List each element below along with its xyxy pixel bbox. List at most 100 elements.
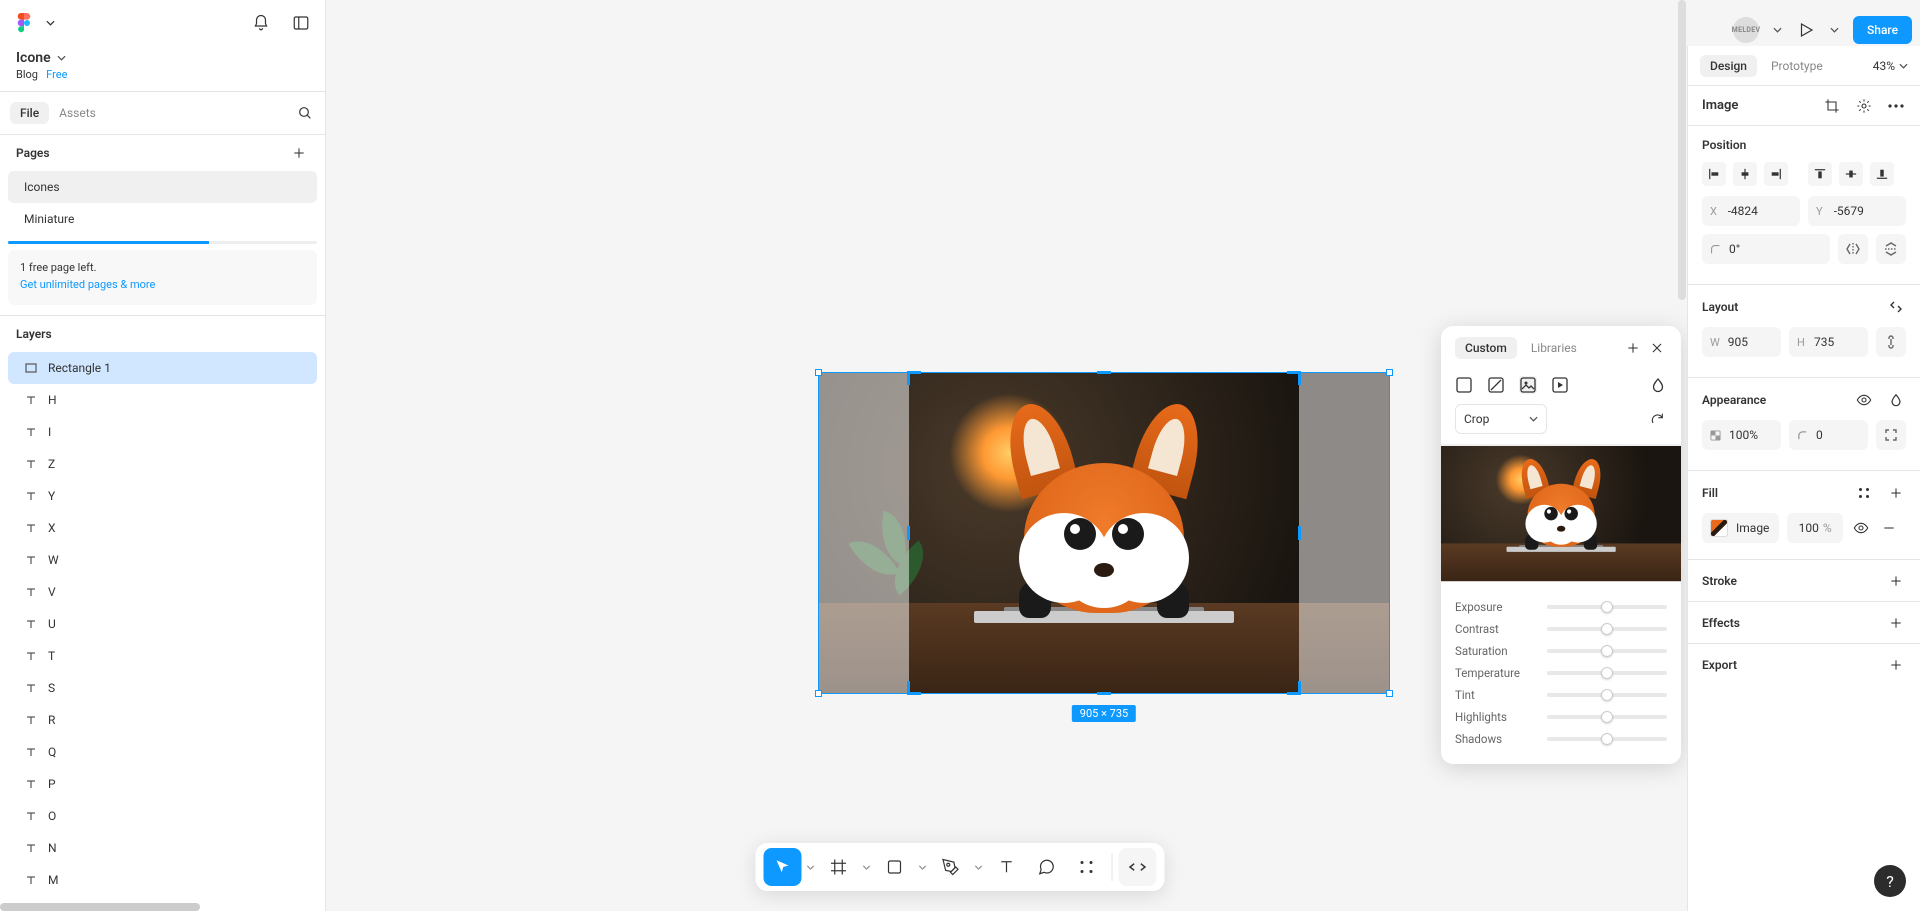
layer-item[interactable]: T xyxy=(8,640,317,672)
align-hcenter-icon[interactable] xyxy=(1733,162,1757,186)
crop-handle-b[interactable] xyxy=(1097,692,1111,695)
search-icon[interactable] xyxy=(295,103,315,123)
corner-radius-input[interactable] xyxy=(1789,420,1868,450)
workspace-name[interactable]: Blog xyxy=(16,68,38,81)
align-bottom-icon[interactable] xyxy=(1870,162,1894,186)
page-item-icones[interactable]: Icones xyxy=(8,171,317,203)
w-input[interactable]: W xyxy=(1702,327,1781,357)
slider-track[interactable] xyxy=(1547,627,1667,631)
share-button[interactable]: Share xyxy=(1853,16,1912,44)
slider-track[interactable] xyxy=(1547,693,1667,697)
slider-thumb[interactable] xyxy=(1601,601,1613,613)
crop-handle-t[interactable] xyxy=(1097,371,1111,374)
add-fill-icon[interactable] xyxy=(1886,483,1906,503)
layer-item[interactable]: R xyxy=(8,704,317,736)
tool-pen-chevron[interactable] xyxy=(972,865,986,870)
tab-assets[interactable]: Assets xyxy=(49,102,106,124)
fill-type-gradient-icon[interactable] xyxy=(1487,376,1505,394)
x-input[interactable]: X xyxy=(1702,196,1800,226)
crop-box[interactable] xyxy=(909,373,1299,693)
tool-actions[interactable] xyxy=(1068,848,1106,886)
main-menu-chevron-icon[interactable] xyxy=(40,13,60,33)
corner-details-icon[interactable] xyxy=(1876,420,1906,450)
layer-item[interactable]: H xyxy=(8,384,317,416)
tool-text[interactable] xyxy=(988,848,1026,886)
tool-move-chevron[interactable] xyxy=(804,865,818,870)
promo-link[interactable]: Get unlimited pages & more xyxy=(20,278,155,291)
tab-file[interactable]: File xyxy=(10,102,49,124)
fill-type-image-icon[interactable] xyxy=(1519,376,1537,394)
selected-frame[interactable]: 905 × 735 xyxy=(818,372,1390,694)
present-icon[interactable] xyxy=(1796,20,1816,40)
help-button[interactable]: ? xyxy=(1874,865,1906,897)
align-vcenter-icon[interactable] xyxy=(1839,162,1863,186)
zoom-control[interactable]: 43% xyxy=(1873,59,1908,73)
crop-handle-l[interactable] xyxy=(907,526,910,540)
rotation-input[interactable] xyxy=(1702,234,1830,264)
slider-thumb[interactable] xyxy=(1601,689,1613,701)
layer-item[interactable]: X xyxy=(8,512,317,544)
tool-frame-chevron[interactable] xyxy=(860,865,874,870)
blend-mode-icon[interactable] xyxy=(1649,376,1667,394)
more-icon[interactable] xyxy=(1886,96,1906,116)
fill-popup-close-icon[interactable] xyxy=(1647,338,1667,358)
y-input[interactable]: Y xyxy=(1808,196,1906,226)
add-export-icon[interactable] xyxy=(1886,655,1906,675)
notifications-icon[interactable] xyxy=(251,13,271,33)
fill-type-solid-icon[interactable] xyxy=(1455,376,1473,394)
selection-handle-bl[interactable] xyxy=(815,690,822,697)
fill-preview[interactable] xyxy=(1441,444,1681,584)
edit-image-icon[interactable] xyxy=(1854,96,1874,116)
slider-thumb[interactable] xyxy=(1601,623,1613,635)
layer-item[interactable]: V xyxy=(8,576,317,608)
slider-track[interactable] xyxy=(1547,715,1667,719)
file-title-row[interactable]: Icone xyxy=(0,46,325,68)
slider-track[interactable] xyxy=(1547,605,1667,609)
opacity-input[interactable] xyxy=(1702,420,1781,450)
selection-handle-br[interactable] xyxy=(1386,690,1393,697)
layer-item[interactable]: W xyxy=(8,544,317,576)
tool-frame[interactable] xyxy=(820,848,858,886)
auto-layout-icon[interactable] xyxy=(1886,297,1906,317)
layer-item[interactable]: Rectangle 1 xyxy=(8,352,317,384)
left-panel-hscroll[interactable] xyxy=(0,901,326,911)
tool-pen[interactable] xyxy=(932,848,970,886)
fill-styles-icon[interactable] xyxy=(1854,483,1874,503)
rp-tab-design[interactable]: Design xyxy=(1700,55,1757,77)
h-input[interactable]: H xyxy=(1789,327,1868,357)
flip-h-icon[interactable] xyxy=(1838,234,1868,264)
slider-thumb[interactable] xyxy=(1601,667,1613,679)
crop-handle-tl[interactable] xyxy=(907,371,921,385)
fill-type-video-icon[interactable] xyxy=(1551,376,1569,394)
toggle-panels-icon[interactable] xyxy=(291,13,311,33)
fill-remove-icon[interactable] xyxy=(1879,518,1899,538)
slider-thumb[interactable] xyxy=(1601,645,1613,657)
layer-item[interactable]: S xyxy=(8,672,317,704)
slider-track[interactable] xyxy=(1547,671,1667,675)
add-page-icon[interactable] xyxy=(289,143,309,163)
visibility-icon[interactable] xyxy=(1854,390,1874,410)
plan-label[interactable]: Free xyxy=(46,68,67,81)
tool-dev-mode[interactable] xyxy=(1119,848,1157,886)
tool-move[interactable] xyxy=(764,848,802,886)
tool-shape[interactable] xyxy=(876,848,914,886)
align-right-icon[interactable] xyxy=(1764,162,1788,186)
chevron-down-icon[interactable] xyxy=(1830,27,1839,33)
fill-item[interactable]: Image xyxy=(1702,513,1779,543)
layer-item[interactable]: U xyxy=(8,608,317,640)
slider-track[interactable] xyxy=(1547,649,1667,653)
fill-mode-select[interactable]: Crop xyxy=(1455,404,1547,434)
crop-icon[interactable] xyxy=(1822,96,1842,116)
layer-item[interactable]: N xyxy=(8,832,317,864)
crop-handle-bl[interactable] xyxy=(907,681,921,695)
fill-opacity[interactable]: 100% xyxy=(1787,513,1843,543)
rp-tab-prototype[interactable]: Prototype xyxy=(1761,55,1833,77)
constrain-proportions-icon[interactable] xyxy=(1876,327,1906,357)
slider-thumb[interactable] xyxy=(1601,733,1613,745)
user-avatar[interactable]: MELDEV xyxy=(1733,17,1759,43)
page-item-miniature[interactable]: Miniature xyxy=(8,203,317,235)
align-top-icon[interactable] xyxy=(1808,162,1832,186)
add-stroke-icon[interactable] xyxy=(1886,571,1906,591)
figma-logo-icon[interactable] xyxy=(14,13,34,33)
align-left-icon[interactable] xyxy=(1702,162,1726,186)
